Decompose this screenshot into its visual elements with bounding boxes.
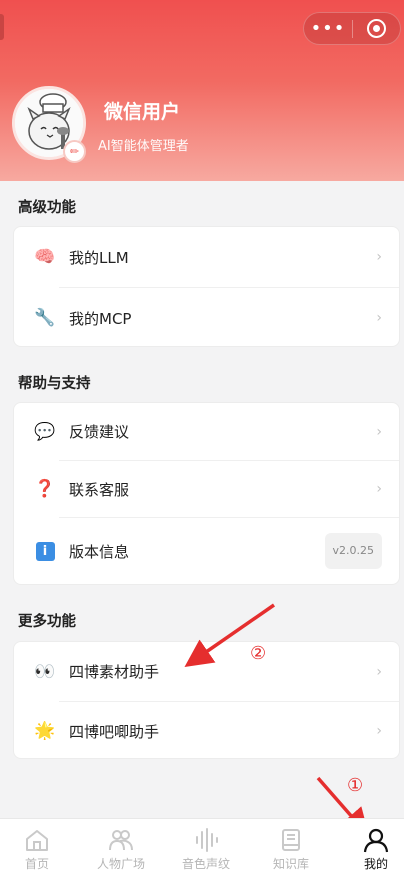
menu-item-my-mcp[interactable]: 🔧 我的MCP ›: [14, 288, 399, 348]
tab-knowledge-base[interactable]: 知识库: [251, 819, 331, 880]
chevron-right-icon: ›: [376, 481, 382, 497]
brain-icon: 🧠: [34, 247, 56, 267]
menu-item-feedback[interactable]: 💬 反馈建议 ›: [14, 403, 399, 460]
help-support-card: 💬 反馈建议 › ❓ 联系客服 › i 版本信息 v2.0.25: [13, 402, 400, 585]
advanced-features-card: 🧠 我的LLM › 🔧 我的MCP ›: [13, 226, 400, 347]
tab-label: 首页: [24, 857, 49, 871]
menu-item-sibo-material-assistant[interactable]: 👀 四博素材助手 ›: [14, 642, 399, 701]
edit-avatar-icon[interactable]: ✏: [63, 140, 86, 163]
book-icon: [282, 829, 300, 851]
menu-item-label: 联系客服: [69, 480, 130, 499]
annotation-marker-1: ①: [347, 775, 364, 796]
question-mark-icon: ❓: [34, 479, 56, 499]
chevron-right-icon: ›: [376, 310, 382, 326]
menu-item-label: 四博素材助手: [69, 663, 160, 681]
more-features-card: 👀 四博素材助手 › 🌟 四博吧唧助手 ›: [13, 641, 400, 759]
profile-header: ••• ✏ 微信用户 AI智能体管理者: [0, 0, 404, 181]
section-title-advanced: 高级功能: [18, 200, 76, 216]
info-icon: i: [34, 540, 56, 562]
target-circle-icon[interactable]: [353, 13, 400, 44]
username: 微信用户: [104, 101, 181, 123]
menu-item-my-llm[interactable]: 🧠 我的LLM ›: [14, 227, 399, 287]
chevron-right-icon: ›: [376, 423, 382, 440]
eyes-icon: 👀: [34, 661, 56, 682]
tab-label: 人物广场: [96, 857, 145, 871]
more-dots-icon[interactable]: •••: [304, 13, 352, 44]
menu-item-label: 反馈建议: [69, 423, 130, 441]
section-title-help: 帮助与支持: [18, 376, 91, 392]
sparkle-star-icon: 🌟: [34, 721, 56, 741]
tab-label: 音色声纹: [181, 857, 230, 871]
tab-label: 知识库: [272, 857, 309, 871]
people-icon: [109, 830, 133, 851]
section-title-more: 更多功能: [18, 614, 76, 630]
menu-item-label: 版本信息: [69, 542, 130, 561]
menu-item-label: 四博吧唧助手: [69, 722, 160, 741]
menu-item-label: 我的MCP: [69, 309, 132, 328]
speech-bubble-icon: 💬: [34, 421, 56, 442]
bottom-tab-bar: 首页 人物广场 音色声纹 知识库 我的: [0, 818, 404, 880]
tab-label: 我的: [363, 857, 388, 871]
tab-mine[interactable]: 我的: [336, 819, 404, 880]
menu-item-version-info[interactable]: i 版本信息 v2.0.25: [14, 518, 399, 584]
sound-wave-icon: [196, 828, 218, 852]
user-role-subtitle: AI智能体管理者: [98, 139, 189, 154]
chevron-right-icon: ›: [376, 723, 382, 739]
version-badge: v2.0.25: [324, 533, 382, 569]
miniprogram-capsule: •••: [303, 12, 401, 45]
chevron-right-icon: ›: [376, 249, 382, 265]
chevron-right-icon: ›: [376, 663, 382, 680]
tab-character-plaza[interactable]: 人物广场: [81, 819, 161, 880]
menu-item-label: 我的LLM: [69, 248, 129, 267]
header-edge-tab: [0, 14, 4, 40]
tab-voice-print[interactable]: 音色声纹: [166, 819, 246, 880]
wrench-icon: 🔧: [34, 308, 56, 328]
tab-home[interactable]: 首页: [0, 819, 77, 880]
user-icon: [363, 828, 389, 853]
home-icon: [26, 830, 48, 851]
annotation-marker-2: ②: [250, 643, 267, 664]
menu-item-contact-support[interactable]: ❓ 联系客服 ›: [14, 461, 399, 517]
menu-item-sibo-badge-assistant[interactable]: 🌟 四博吧唧助手 ›: [14, 702, 399, 760]
